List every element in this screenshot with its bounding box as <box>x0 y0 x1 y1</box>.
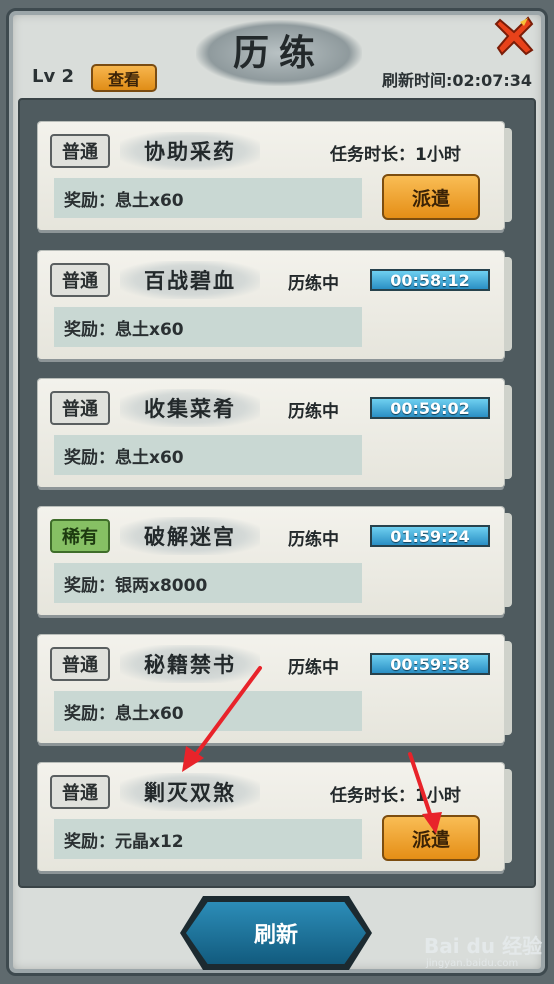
annotation-arrow-icon <box>182 666 262 772</box>
view-button[interactable]: 查看 <box>91 64 157 92</box>
task-timer: 00:58:12 <box>370 269 490 291</box>
task-reward: 奖励：息土x60 <box>54 435 362 475</box>
task-reward: 奖励：银两x8000 <box>54 563 362 603</box>
rarity-tag: 普通 <box>50 134 110 168</box>
task-card: 普通 百战碧血 历练中 00:58:12 奖励：息土x60 <box>38 251 512 359</box>
close-icon <box>494 16 534 56</box>
task-name: 破解迷宫 <box>120 517 260 555</box>
task-card: 稀有 破解迷宫 历练中 01:59:24 奖励：银两x8000 <box>38 507 512 615</box>
task-duration: 任务时长：1小时 <box>330 145 461 165</box>
dispatch-button[interactable]: 派遣 <box>382 174 480 220</box>
task-name: 百战碧血 <box>120 261 260 299</box>
task-timer: 00:59:58 <box>370 653 490 675</box>
level-label: Lv 2 <box>32 66 74 87</box>
task-name: 协助采药 <box>120 132 260 170</box>
rarity-tag: 普通 <box>50 263 110 297</box>
task-status: 历练中 <box>288 530 339 550</box>
task-name: 收集菜肴 <box>120 389 260 427</box>
page-title: 历练 <box>232 33 325 74</box>
annotation-arrow-icon <box>408 752 442 834</box>
rarity-tag: 稀有 <box>50 519 110 553</box>
task-reward: 奖励：息土x60 <box>54 307 362 347</box>
task-timer: 01:59:24 <box>370 525 490 547</box>
refresh-button[interactable]: 刷新 <box>186 902 366 964</box>
task-card: 普通 收集菜肴 历练中 00:59:02 奖励：息土x60 <box>38 379 512 487</box>
rarity-tag: 普通 <box>50 391 110 425</box>
task-reward: 奖励：息土x60 <box>54 178 362 218</box>
task-status: 历练中 <box>288 402 339 422</box>
task-card: 普通 秘籍禁书 历练中 00:59:58 奖励：息土x60 <box>38 635 512 743</box>
refresh-time: 刷新时间:02:07:34 <box>382 71 532 90</box>
watermark-url: jingyan.baidu.com <box>426 958 519 969</box>
close-button[interactable] <box>494 14 536 58</box>
watermark-brand: Bai du 经验 <box>424 934 543 958</box>
task-card: 普通 协助采药 任务时长：1小时 奖励：息土x60 派遣 <box>38 122 512 230</box>
rarity-tag: 普通 <box>50 647 110 681</box>
rarity-tag: 普通 <box>50 775 110 809</box>
task-reward: 奖励：元晶x12 <box>54 819 362 859</box>
task-status: 历练中 <box>288 274 339 294</box>
task-status: 历练中 <box>288 658 339 678</box>
task-timer: 00:59:02 <box>370 397 490 419</box>
